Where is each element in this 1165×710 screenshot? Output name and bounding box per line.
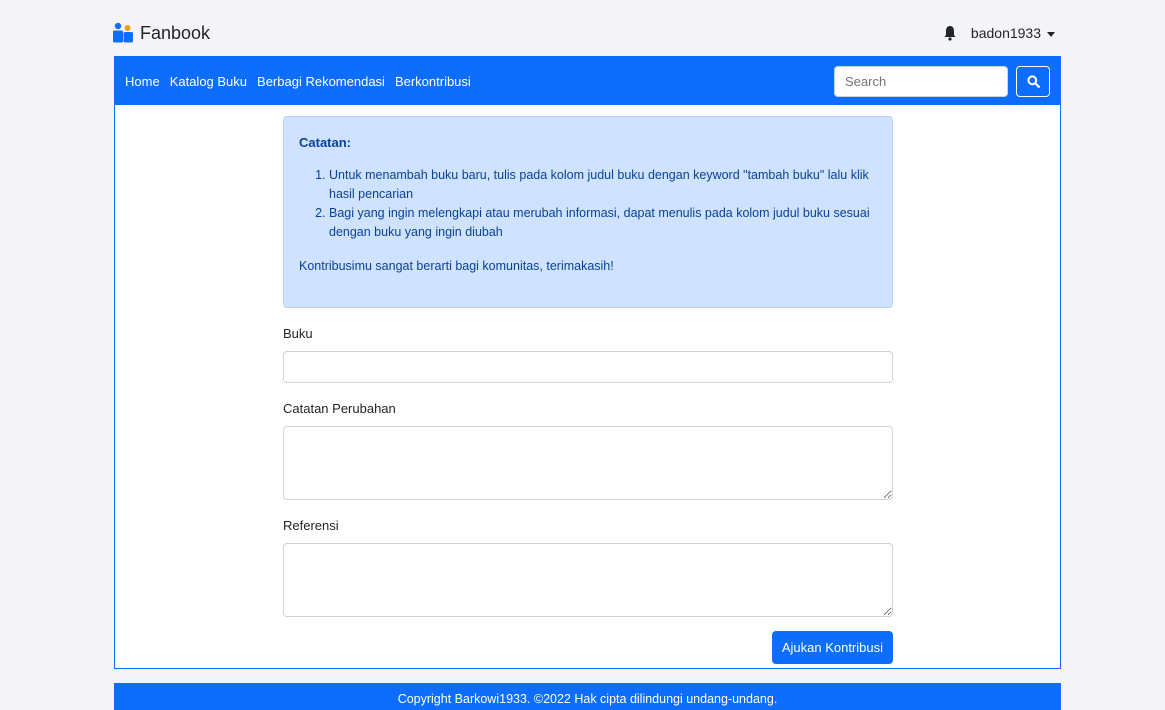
brand[interactable]: Fanbook xyxy=(112,20,210,46)
nav-links: Home Katalog Buku Berbagi Rekomendasi Be… xyxy=(125,74,471,89)
submit-row: Ajukan Kontribusi xyxy=(283,631,893,664)
nav-contribute[interactable]: Berkontribusi xyxy=(395,74,471,89)
reference-label: Referensi xyxy=(283,518,339,533)
nav-catalog[interactable]: Katalog Buku xyxy=(170,74,247,89)
navbar: Home Katalog Buku Berbagi Rekomendasi Be… xyxy=(115,57,1060,105)
brand-name: Fanbook xyxy=(140,22,211,43)
search-form xyxy=(834,65,1050,97)
notice-alert: Catatan: Untuk menambah buku baru, tulis… xyxy=(283,116,893,308)
nav-recommendations[interactable]: Berbagi Rekomendasi xyxy=(257,74,385,89)
search-input[interactable] xyxy=(834,65,1008,97)
bell-icon[interactable] xyxy=(943,25,957,41)
nav-home[interactable]: Home xyxy=(125,74,160,89)
notice-item: Bagi yang ingin melengkapi atau merubah … xyxy=(329,204,877,242)
user-menu[interactable]: badon1933 xyxy=(971,25,1055,41)
notice-title: Catatan: xyxy=(299,135,352,150)
reference-textarea[interactable] xyxy=(283,543,893,617)
book-input[interactable] xyxy=(283,351,893,383)
username: badon1933 xyxy=(970,25,1041,41)
changes-label: Catatan Perubahan xyxy=(283,401,396,416)
submit-button[interactable]: Ajukan Kontribusi xyxy=(771,631,893,664)
user-area: badon1933 xyxy=(943,20,1055,46)
caret-down-icon xyxy=(1047,31,1055,37)
people-icon xyxy=(113,22,133,43)
notice-list: Untuk menambah buku baru, tulis pada kol… xyxy=(299,166,877,242)
search-button[interactable] xyxy=(1016,65,1050,97)
page-footer: Copyright Barkowi1933. ©2022 Hak cipta d… xyxy=(114,683,1061,710)
main-frame: Home Katalog Buku Berbagi Rekomendasi Be… xyxy=(114,56,1061,669)
changes-textarea[interactable] xyxy=(283,426,893,500)
book-label: Buku xyxy=(283,326,313,341)
copyright-text: Copyright Barkowi1933. ©2022 Hak cipta d… xyxy=(397,692,778,706)
notice-item: Untuk menambah buku baru, tulis pada kol… xyxy=(329,166,877,204)
notice-footer: Kontribusimu sangat berarti bagi komunit… xyxy=(299,259,614,273)
search-icon xyxy=(1026,74,1040,88)
top-bar: Fanbook badon1933 xyxy=(0,0,1165,56)
contribution-form: Catatan: Untuk menambah buku baru, tulis… xyxy=(283,116,893,664)
